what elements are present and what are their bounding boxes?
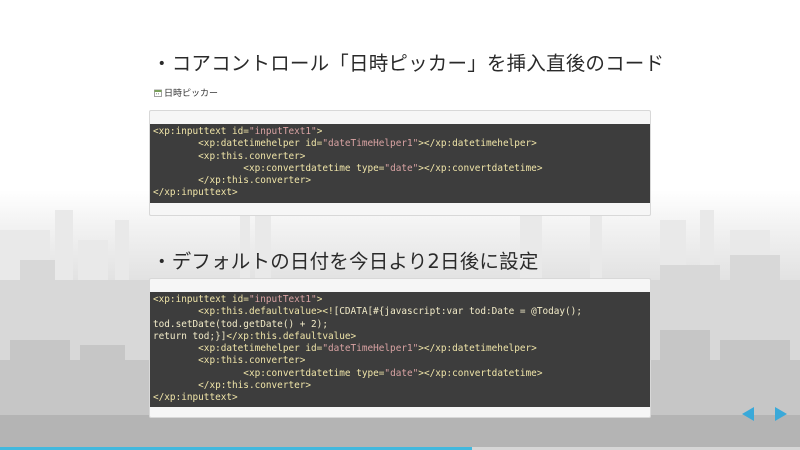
code-token: </xp:this.converter> xyxy=(153,380,312,392)
code-block-default-date: <xp:inputtext id="inputText1"> <xp:this.… xyxy=(150,292,650,407)
code-token: ></xp:convertdatetime> xyxy=(418,162,543,174)
code-token: </xp:inputtext> xyxy=(153,392,238,404)
prev-slide-button[interactable] xyxy=(741,406,755,422)
code-token: return tod;}] xyxy=(153,330,227,342)
code-token: "date" xyxy=(384,367,419,379)
code-token: ></xp:datetimehelper> xyxy=(418,138,537,150)
code-token: [CDATA[#{javascript:var tod:Date = @Toda… xyxy=(333,306,582,318)
code-line: <xp:inputtext id="inputText1"> xyxy=(153,294,647,306)
code-token: <xp:datetimehelper id= xyxy=(153,343,323,355)
code-token: <xp:this.defaultvalue><! xyxy=(153,306,334,318)
code-line: <xp:this.converter> xyxy=(153,151,647,163)
code-token: ></xp:datetimehelper> xyxy=(418,343,537,355)
code-token: <xp:datetimehelper id= xyxy=(153,138,323,150)
code-panel-inserted: <xp:inputtext id="inputText1"> <xp:datet… xyxy=(149,110,651,216)
code-token: ></xp:convertdatetime> xyxy=(418,367,543,379)
code-token: "dateTimeHelper1" xyxy=(322,343,419,355)
code-line: tod.setDate(tod.getDate() + 2); xyxy=(153,319,647,331)
code-line: </xp:inputtext> xyxy=(153,187,647,199)
code-token: <xp:convertdatetime type= xyxy=(153,162,385,174)
code-token: </xp:this.converter> xyxy=(153,175,312,187)
code-line: </xp:inputtext> xyxy=(153,392,647,404)
code-token: <xp:inputtext id= xyxy=(153,126,249,137)
code-line: <xp:datetimehelper id="dateTimeHelper1">… xyxy=(153,138,647,150)
code-token: <xp:inputtext id= xyxy=(153,294,249,305)
code-token: tod.setDate(tod.getDate() + 2); xyxy=(153,318,328,330)
code-panel-default-date: <xp:inputtext id="inputText1"> <xp:this.… xyxy=(149,278,651,418)
code-line: <xp:this.defaultvalue><![CDATA[#{javascr… xyxy=(153,306,647,318)
calendar-icon xyxy=(154,89,162,97)
code-line: return tod;}]</xp:this.defaultvalue> xyxy=(153,331,647,343)
heading-inserted-code: ・コアコントロール「日時ピッカー」を挿入直後のコード xyxy=(152,52,665,75)
code-token: > xyxy=(316,294,323,305)
code-token: <xp:convertdatetime type= xyxy=(153,367,385,379)
code-token: "inputText1" xyxy=(248,294,317,305)
code-line: <xp:datetimehelper id="dateTimeHelper1">… xyxy=(153,343,647,355)
code-line: <xp:this.converter> xyxy=(153,355,647,367)
code-token: </xp:inputtext> xyxy=(153,187,238,199)
next-slide-button[interactable] xyxy=(774,406,788,422)
caption-label: 日時ピッカー xyxy=(164,89,219,99)
code-token: "dateTimeHelper1" xyxy=(322,138,419,150)
code-token: "date" xyxy=(384,162,419,174)
code-line: <xp:inputtext id="inputText1"> xyxy=(153,126,647,138)
code-token: "inputText1" xyxy=(248,126,317,137)
code-line: <xp:convertdatetime type="date"></xp:con… xyxy=(153,368,647,380)
code-token: <xp:this.converter> xyxy=(153,150,306,162)
arrow-left-icon xyxy=(742,407,754,421)
code-line: </xp:this.converter> xyxy=(153,175,647,187)
code-line: </xp:this.converter> xyxy=(153,380,647,392)
heading-default-date: ・デフォルトの日付を今日より2日後に設定 xyxy=(152,250,539,273)
datetime-picker-caption: 日時ピッカー xyxy=(154,86,218,99)
code-line: <xp:convertdatetime type="date"></xp:con… xyxy=(153,163,647,175)
code-block-inserted: <xp:inputtext id="inputText1"> <xp:datet… xyxy=(150,124,650,203)
code-token: > xyxy=(316,126,323,137)
arrow-right-icon xyxy=(775,407,787,421)
code-token: </xp:this.defaultvalue> xyxy=(226,330,357,342)
code-token: <xp:this.converter> xyxy=(153,355,306,367)
